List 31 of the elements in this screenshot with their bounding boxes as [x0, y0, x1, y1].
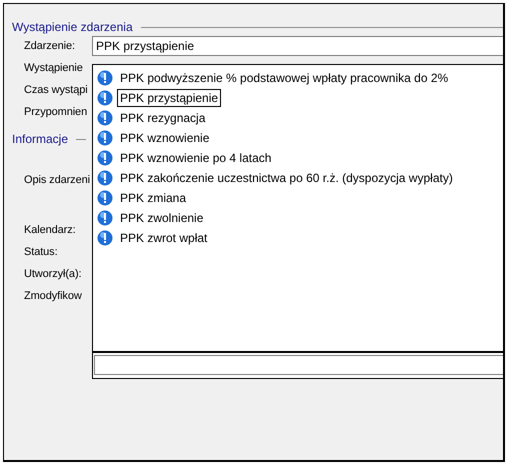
info-exclamation-icon: [97, 190, 113, 206]
dropdown-item[interactable]: PPK przystąpienie: [117, 89, 222, 107]
info-exclamation-icon: [97, 130, 113, 146]
field-label: Zmodyfikow: [24, 290, 83, 302]
field-label: Utworzył(a):: [24, 268, 82, 280]
dropdown-item[interactable]: PPK wznowienie: [117, 129, 212, 147]
info-exclamation-icon: [97, 70, 113, 86]
dropdown-item[interactable]: PPK rezygnacja: [117, 109, 208, 127]
info-exclamation-icon: [97, 230, 113, 246]
field-label: Czas wystąpi: [24, 84, 89, 96]
dropdown-item[interactable]: PPK wznowienie po 4 latach: [117, 149, 274, 167]
dropdown-item[interactable]: PPK zwrot wpłat: [117, 229, 210, 247]
info-exclamation-icon: [97, 110, 113, 126]
info-exclamation-icon: [97, 150, 113, 166]
info-exclamation-icon: [97, 90, 113, 106]
dropdown-item[interactable]: PPK zakończenie uczestnictwa po 60 r.ż. (dyspozycja wypłaty): [117, 169, 456, 187]
section-title: Wystąpienie zdarzenia: [12, 20, 133, 34]
field-label: Zdarzenie:: [24, 40, 76, 52]
field-label: Kalendarz:: [24, 224, 77, 236]
dropdown-item[interactable]: PPK zwolnienie: [117, 209, 206, 227]
field-label: Opis zdarzeni: [24, 174, 91, 186]
info-exclamation-icon: [97, 170, 113, 186]
field-label: Wystąpienie: [24, 62, 84, 74]
dropdown-item[interactable]: PPK zmiana: [117, 189, 190, 207]
dropdown-item[interactable]: PPK podwyższenie % podstawowej wpłaty pracownika do 2%: [117, 69, 452, 87]
field-label: Przypomnien: [24, 106, 88, 118]
event-combo-field[interactable]: PPK przystąpienie: [92, 36, 503, 56]
section-title: Informacje: [12, 132, 68, 146]
info-exclamation-icon: [97, 210, 113, 226]
field-label: Status:: [24, 246, 59, 258]
filter-field[interactable]: [94, 355, 503, 375]
